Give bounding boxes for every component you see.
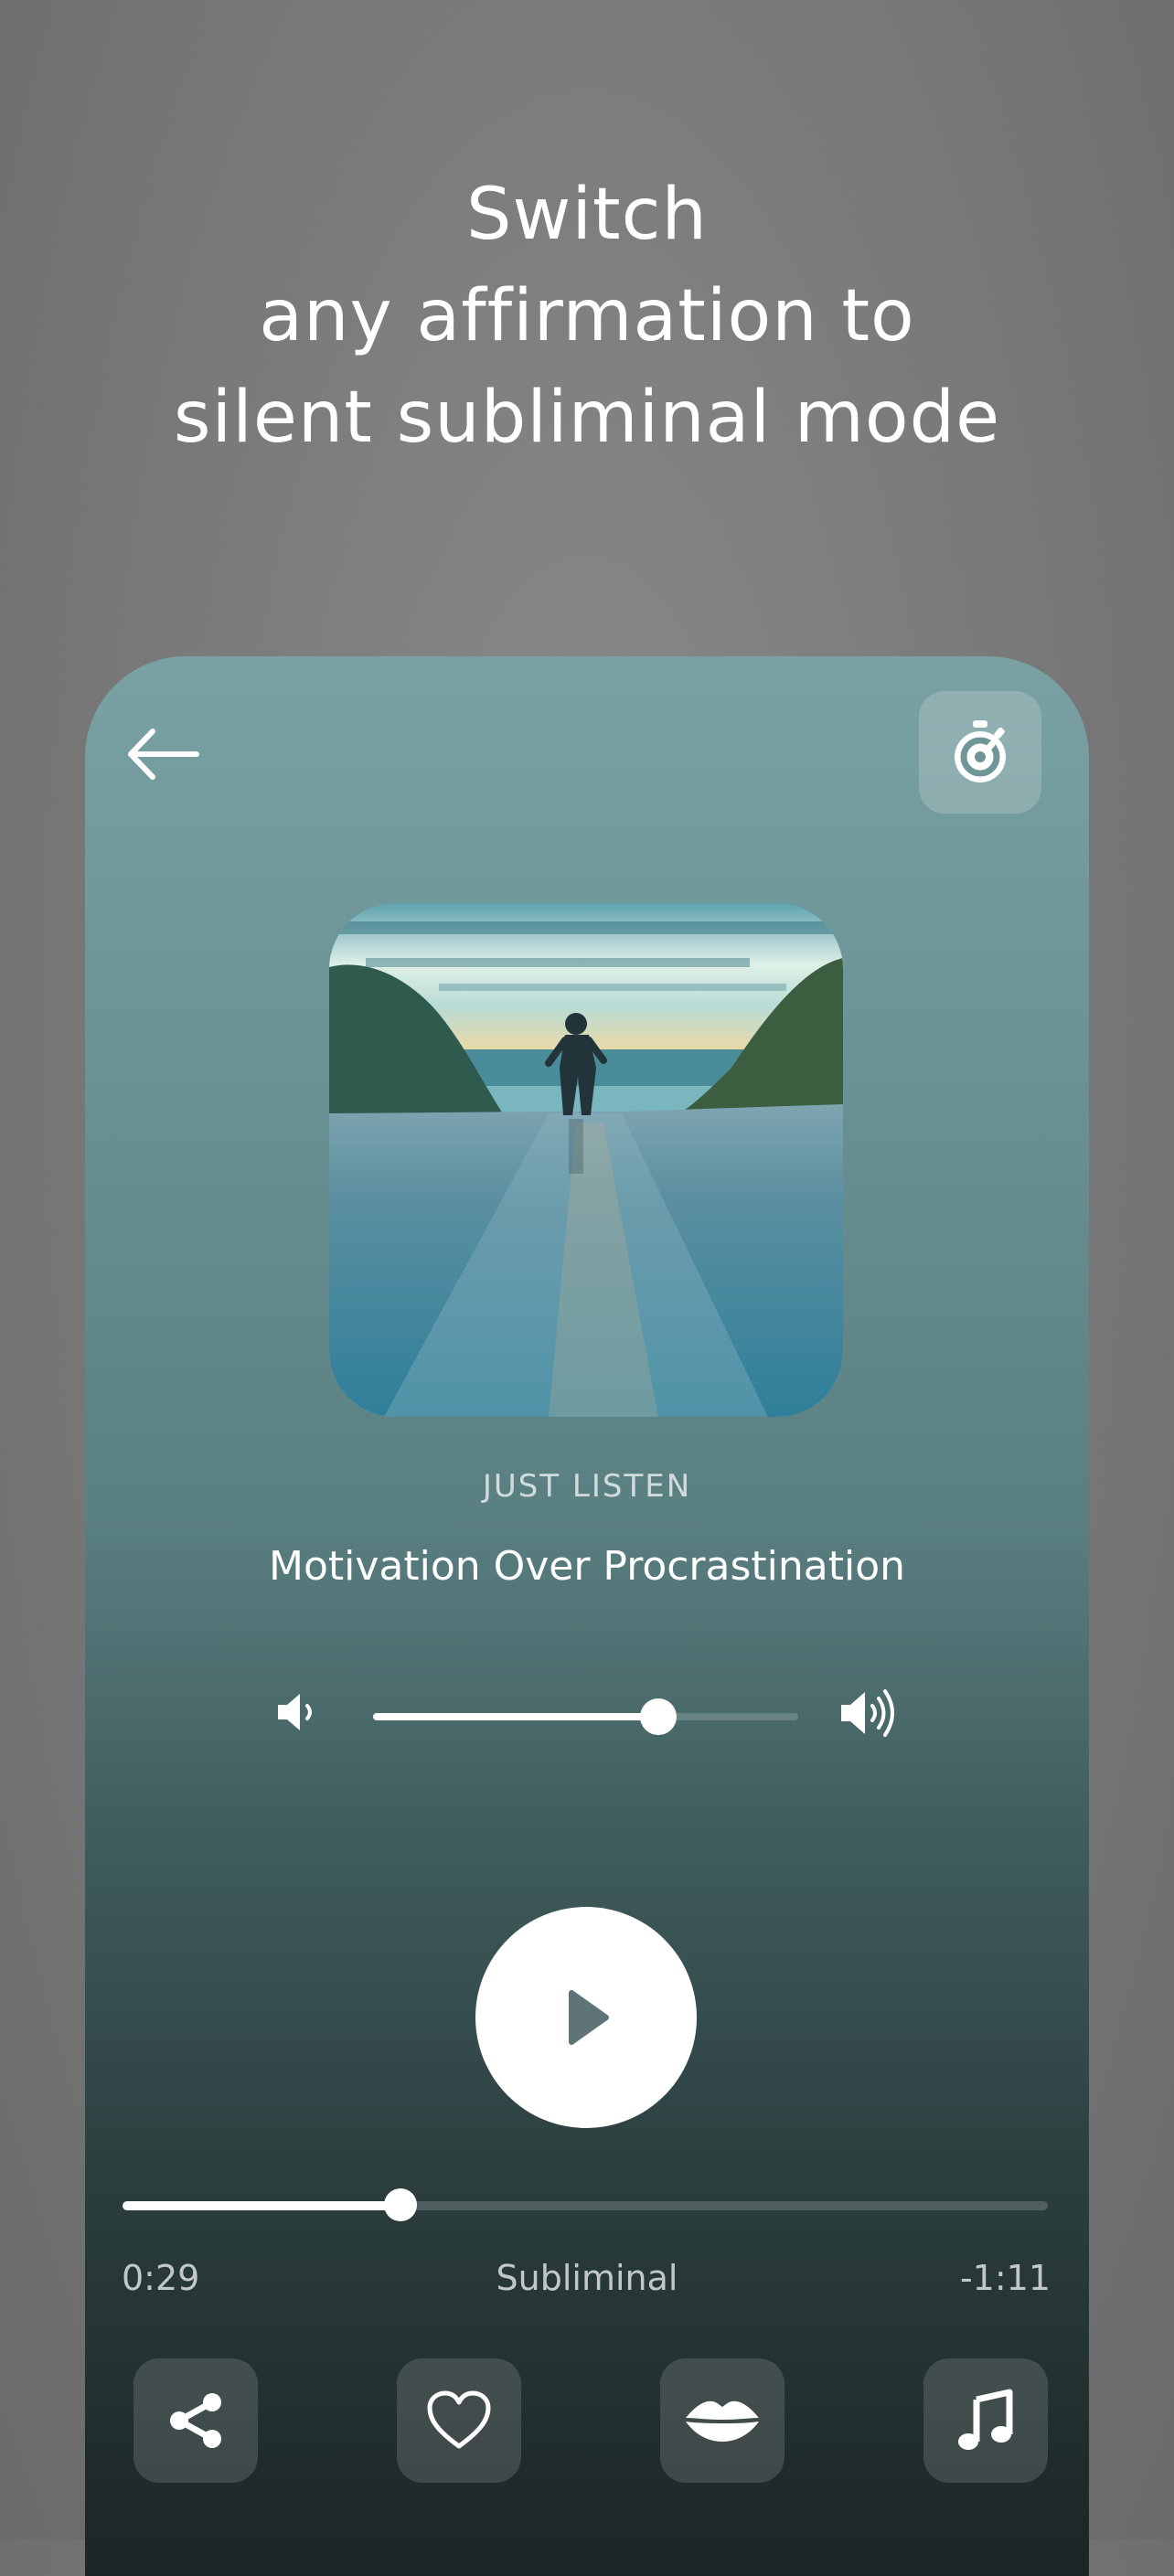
player-screen: JUST LISTEN Motivation Over Procrastinat… <box>85 656 1089 2576</box>
sleep-timer-button[interactable] <box>919 691 1041 814</box>
heart-icon <box>427 2390 491 2449</box>
stopwatch-icon <box>955 720 1006 782</box>
favorite-button[interactable] <box>397 2358 521 2483</box>
voice-button[interactable] <box>660 2358 784 2483</box>
cover-art <box>329 903 843 1417</box>
playback-progress-fill <box>123 2201 400 2210</box>
volume-high-icon[interactable] <box>838 1686 902 1740</box>
remaining-time: -1:11 <box>959 2258 1051 2298</box>
share-button[interactable] <box>133 2358 258 2483</box>
music-note-icon <box>958 2389 1013 2450</box>
play-icon <box>569 1990 609 2045</box>
track-title: Motivation Over Procrastination <box>268 1543 906 1590</box>
volume-slider[interactable] <box>373 1698 798 1735</box>
lips-icon <box>686 2400 759 2442</box>
volume-slider-fill <box>373 1713 658 1720</box>
play-button[interactable] <box>475 1907 697 2128</box>
arrow-left-icon <box>128 729 199 780</box>
volume-slider-thumb[interactable] <box>639 1698 677 1735</box>
playback-mode-label[interactable]: Subliminal <box>85 2258 1089 2298</box>
back-button[interactable] <box>123 722 206 786</box>
share-icon <box>170 2393 221 2448</box>
headline-line-3: silent subliminal mode <box>173 377 1001 459</box>
volume-low-icon[interactable] <box>274 1689 320 1735</box>
category-label: JUST LISTEN <box>482 1468 692 1505</box>
headline-line-2: any affirmation to <box>259 275 915 357</box>
headline-line-1: Switch <box>466 174 708 256</box>
headline: Switch any affirmation to silent sublimi… <box>0 165 1174 469</box>
playback-progress-thumb[interactable] <box>383 2188 417 2221</box>
playback-progress-bar[interactable] <box>123 2188 1048 2221</box>
music-button[interactable] <box>923 2358 1048 2483</box>
